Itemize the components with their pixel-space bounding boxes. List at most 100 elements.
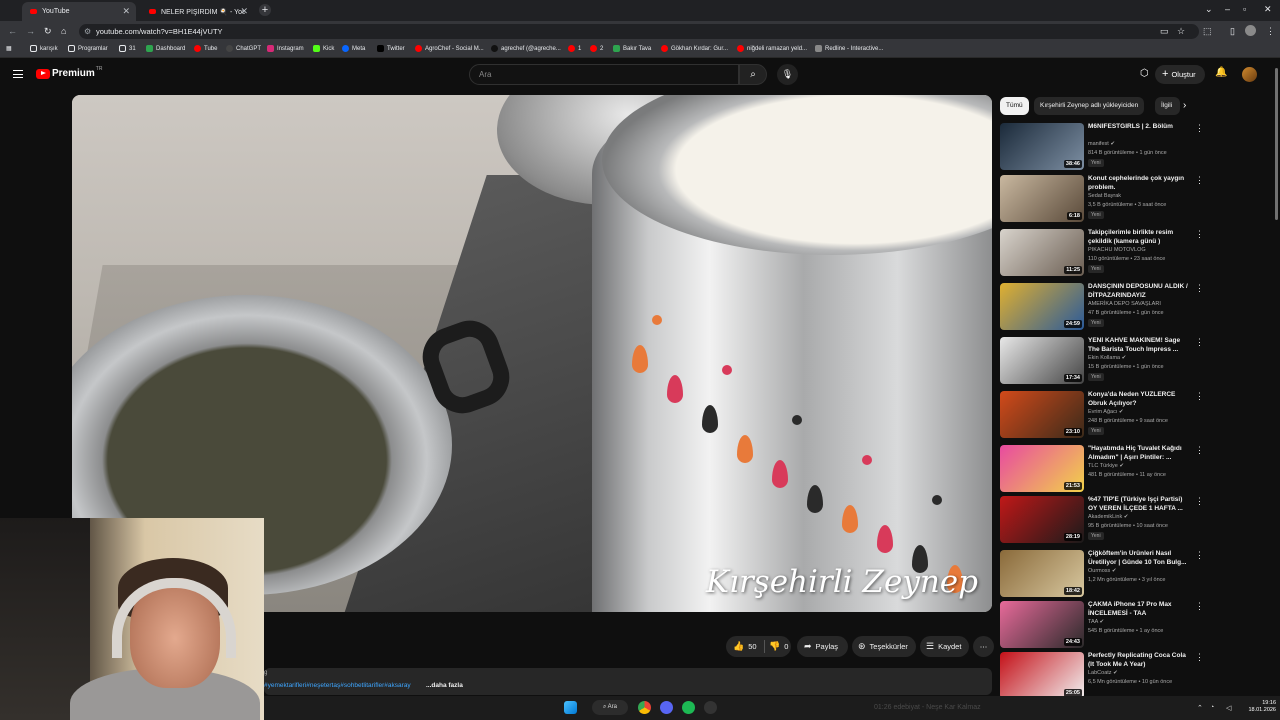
- bookmark-item[interactable]: niğdeli ramazan yeld...: [737, 45, 807, 52]
- extensions-icon[interactable]: ⬚: [1203, 26, 1212, 37]
- notifications-bell-icon[interactable]: 🔔: [1215, 67, 1227, 78]
- video-thumbnail[interactable]: 17:34: [1000, 337, 1084, 384]
- like-button[interactable]: 👍 50: [733, 636, 757, 657]
- channel-name[interactable]: Ekin Kollama ✔: [1088, 355, 1126, 361]
- more-vertical-icon[interactable]: ⋮: [1195, 123, 1204, 134]
- bookmark-item[interactable]: 1: [568, 45, 581, 52]
- bookmark-item[interactable]: agrechef (@agreche...: [491, 45, 561, 52]
- video-thumbnail[interactable]: 38:46: [1000, 123, 1084, 170]
- taskbar-search[interactable]: ⌕ Ara: [592, 700, 628, 715]
- recommendation-item[interactable]: 25:05 Perfectly Replicating Coca Cola (It…: [1000, 652, 1204, 702]
- channel-name[interactable]: Sedat Bayrak: [1088, 193, 1121, 199]
- recommendation-item[interactable]: 21:53 "Hayatımda Hiç Tuvalet Kağıdı Almad…: [1000, 445, 1204, 495]
- profile-split-icon[interactable]: ▯: [1230, 26, 1235, 37]
- cast-icon[interactable]: ⬡: [1140, 68, 1149, 79]
- chip-from-uploader[interactable]: Kırşehirli Zeynep adlı yükleyiciden: [1034, 97, 1145, 115]
- more-vertical-icon[interactable]: ⋮: [1195, 391, 1204, 402]
- page-scrollbar-thumb[interactable]: [1275, 68, 1278, 220]
- close-tab-icon[interactable]: ✕: [122, 6, 130, 17]
- channel-name[interactable]: AMERİKA DEPO SAVAŞLARI: [1088, 301, 1161, 307]
- bookmark-item[interactable]: Tube: [194, 45, 217, 52]
- video-title[interactable]: %47 TİP'E (Türkiye İşçi Partisi) OY VERE…: [1088, 496, 1190, 513]
- bookmark-item[interactable]: Kick: [313, 45, 334, 52]
- video-thumbnail[interactable]: 23:10: [1000, 391, 1084, 438]
- channel-name[interactable]: TAA ✔: [1088, 619, 1104, 625]
- bookmark-item[interactable]: Bakır Tava: [613, 45, 651, 52]
- bookmark-item[interactable]: Meta: [342, 45, 365, 52]
- video-thumbnail[interactable]: 6:18: [1000, 175, 1084, 222]
- channel-name[interactable]: Evrim Ağacı ✔: [1088, 409, 1123, 415]
- channel-name[interactable]: manifest ✔: [1088, 141, 1115, 147]
- video-thumbnail[interactable]: 24:59: [1000, 283, 1084, 330]
- more-vertical-icon[interactable]: ⋮: [1195, 652, 1204, 663]
- video-thumbnail[interactable]: 28:19: [1000, 496, 1084, 543]
- chevron-right-icon[interactable]: ›: [1183, 100, 1186, 111]
- wifi-icon[interactable]: ◔: [1210, 704, 1214, 711]
- video-title[interactable]: Çiğköftem'in Ürünleri Nasıl Üretiliyor |…: [1088, 550, 1190, 567]
- description-more-link[interactable]: ...daha fazla: [426, 682, 463, 689]
- video-thumbnail[interactable]: 11:25: [1000, 229, 1084, 276]
- more-vertical-icon[interactable]: ⋮: [1195, 601, 1204, 612]
- menu-icon[interactable]: [13, 70, 23, 78]
- save-button[interactable]: ☰ Kaydet: [920, 636, 969, 657]
- more-vertical-icon[interactable]: ⋮: [1195, 550, 1204, 561]
- video-title[interactable]: Konya'da Neden YÜZLERCE Obruk Açılıyor?: [1088, 391, 1190, 408]
- more-vertical-icon[interactable]: ⋮: [1195, 337, 1204, 348]
- bookmark-item[interactable]: Redline - Interactive...: [815, 45, 883, 52]
- video-title[interactable]: Konut cephelerinde çok yaygın problem.: [1088, 175, 1190, 192]
- video-title[interactable]: Takipçilerimle birlikte resim çekildik (…: [1088, 229, 1190, 246]
- voice-search-button[interactable]: 🎙: [777, 64, 798, 85]
- video-thumbnail[interactable]: 25:05: [1000, 652, 1084, 699]
- obs-icon[interactable]: [704, 701, 717, 714]
- spotify-icon[interactable]: [682, 701, 695, 714]
- recommendation-item[interactable]: 24:59 DANSÇININ DEPOSUNU ALDIK / DİTPAZAR…: [1000, 283, 1204, 333]
- more-vertical-icon[interactable]: ⋮: [1195, 175, 1204, 186]
- more-vertical-icon[interactable]: ⋮: [1195, 283, 1204, 294]
- site-info-icon[interactable]: ⚙: [84, 24, 91, 39]
- bookmark-star-icon[interactable]: ☆: [1177, 26, 1185, 37]
- bookmark-item[interactable]: Programlar: [68, 45, 108, 52]
- recommendation-item[interactable]: 23:10 Konya'da Neden YÜZLERCE Obruk Açılı…: [1000, 391, 1204, 441]
- video-title[interactable]: ÇAKMA iPhone 17 Pro Max İNCELEMESİ - TAA: [1088, 601, 1190, 618]
- bookmark-item[interactable]: Instagram: [267, 45, 304, 52]
- back-icon[interactable]: ←: [8, 26, 17, 36]
- taskbar-clock[interactable]: 19:16 18.01.2026: [1248, 700, 1276, 714]
- recommendation-item[interactable]: 28:19 %47 TİP'E (Türkiye İşçi Partisi) OY…: [1000, 496, 1204, 546]
- bookmark-item[interactable]: Dashboard: [146, 45, 185, 52]
- reload-icon[interactable]: ↻: [44, 26, 52, 37]
- recommendation-item[interactable]: 24:43 ÇAKMA iPhone 17 Pro Max İNCELEMESİ …: [1000, 601, 1204, 651]
- tab-neler-pisirdim[interactable]: NELER PİŞİRDİM 🍳 - YouTu... ✕: [141, 2, 254, 21]
- more-vertical-icon[interactable]: ⋮: [1195, 496, 1204, 507]
- windows-start-icon[interactable]: [564, 701, 577, 714]
- profile-avatar-icon[interactable]: [1245, 25, 1256, 36]
- home-icon[interactable]: ⌂: [61, 26, 66, 36]
- video-thumbnail[interactable]: 21:53: [1000, 445, 1084, 492]
- bookmark-item[interactable]: Gökhan Kırdar: Gur...: [661, 45, 728, 52]
- close-window-icon[interactable]: ✕: [1264, 4, 1272, 15]
- bookmark-item[interactable]: AgroChef - Social M...: [415, 45, 484, 52]
- maximize-icon[interactable]: ▫: [1243, 4, 1246, 14]
- bookmark-item[interactable]: 2: [590, 45, 603, 52]
- tab-youtube[interactable]: YouTube ✕: [22, 2, 136, 21]
- forward-icon[interactable]: →: [26, 26, 35, 36]
- chevron-up-icon[interactable]: ⌃: [1197, 704, 1203, 712]
- address-bar[interactable]: ⚙ youtube.com/watch?v=BH1E44jVUTY: [79, 24, 1199, 39]
- recommendation-item[interactable]: 6:18 Konut cephelerinde çok yaygın proble…: [1000, 175, 1204, 225]
- new-tab-button[interactable]: +: [259, 4, 271, 16]
- channel-name[interactable]: Ourmoss ✔: [1088, 568, 1116, 574]
- close-tab-icon[interactable]: ✕: [240, 6, 248, 17]
- bookmark-item[interactable]: ChatGPT: [226, 45, 261, 52]
- video-title[interactable]: YENİ KAHVE MAKİNEM! Sage The Barista Tou…: [1088, 337, 1190, 354]
- bookmark-item[interactable]: karışık: [30, 45, 58, 52]
- description-hashtags[interactable]: #yemektarifleri#neşetertaş#sohbetlitarif…: [264, 682, 411, 689]
- bookmark-item[interactable]: 31: [119, 45, 136, 52]
- volume-icon[interactable]: ◁: [1226, 704, 1231, 712]
- channel-name[interactable]: TLC Türkiye ✔: [1088, 463, 1124, 469]
- account-avatar[interactable]: [1242, 67, 1257, 82]
- browser-menu-icon[interactable]: ⋮: [1266, 26, 1275, 37]
- search-button[interactable]: ⌕: [739, 64, 767, 85]
- dislike-button[interactable]: 👎 0: [769, 636, 788, 657]
- search-input[interactable]: Ara: [469, 64, 739, 85]
- channel-name[interactable]: LabCoatz ✔: [1088, 670, 1118, 676]
- tab-search-icon[interactable]: ⌄: [1205, 4, 1213, 15]
